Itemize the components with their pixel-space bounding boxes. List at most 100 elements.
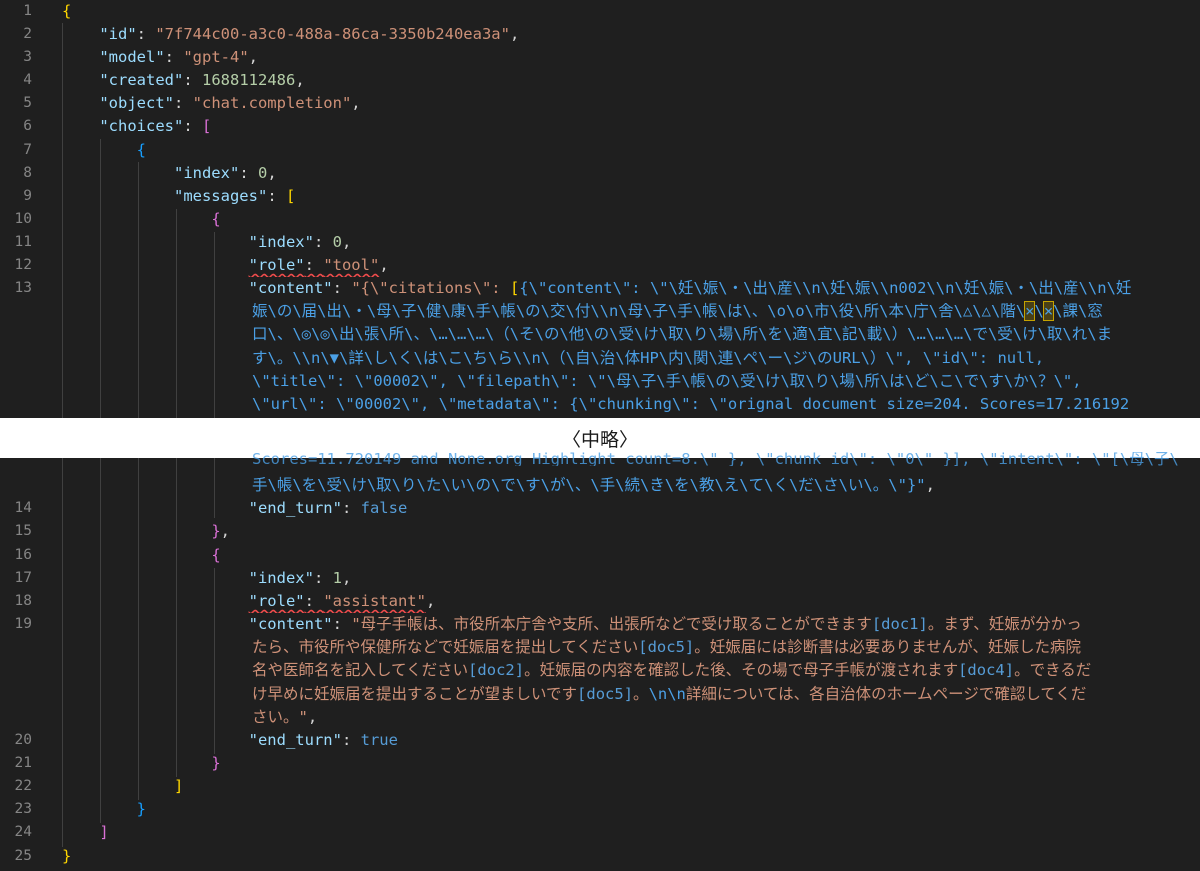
json-escaped-text: 娠\の\届\出\・\母\子\健\康\手\帳\の\交\付\\n\母\子\手\帳\は… xyxy=(252,302,1026,320)
code-line[interactable]: "object": "chat.completion", xyxy=(62,92,1200,115)
json-key: "content" xyxy=(248,279,333,297)
json-number: 1 xyxy=(332,569,342,587)
line-number: 25 xyxy=(14,848,32,864)
line-number: 14 xyxy=(14,500,32,516)
code-line-wrap[interactable]: け早めに妊娠届を提出することが望ましいです[doc5]。\n\n詳細については、… xyxy=(252,683,1200,706)
code-line-wrap[interactable]: たら、市役所や保健所などで妊娠届を提出してください[doc5]。妊娠届には診断書… xyxy=(252,636,1200,659)
json-key: "index" xyxy=(173,164,240,182)
doc-reference: [doc5] xyxy=(577,685,634,703)
json-string: "7f744c00-a3c0-488a-86ca-3350b240ea3a" xyxy=(155,25,510,43)
code-line[interactable]: "index": 1, xyxy=(62,567,1200,590)
line-number: 18 xyxy=(14,593,32,609)
code-line[interactable]: } xyxy=(62,845,1200,868)
json-string: "tool" xyxy=(323,256,380,274)
code-line-wrap[interactable]: さい。", xyxy=(252,706,1200,729)
code-line[interactable]: } xyxy=(62,798,1200,821)
doc-reference: [doc5] xyxy=(638,638,695,656)
brace: { xyxy=(211,210,221,228)
bracket: ] xyxy=(173,777,184,795)
code-line[interactable]: "created": 1688112486, xyxy=(62,69,1200,92)
line-number: 7 xyxy=(23,142,32,158)
code-line[interactable]: "end_turn": true xyxy=(62,729,1200,752)
code-line[interactable]: "messages": [ xyxy=(62,185,1200,208)
line-number: 9 xyxy=(23,188,32,204)
bracket: [ xyxy=(509,279,520,297)
code-line[interactable]: }, xyxy=(62,520,1200,543)
json-string: 名や医師名を記入してください xyxy=(252,661,469,679)
code-line-wrap[interactable]: 口\、\◎\◎\出\張\所\、\…\…\…\（\そ\の\他\の\受\け\取\り\… xyxy=(252,323,1200,346)
json-number: 0 xyxy=(332,233,342,251)
brace: { xyxy=(136,141,146,159)
line-number: 22 xyxy=(14,778,32,794)
code-line[interactable]: "role": "assistant", xyxy=(62,590,1200,613)
code-line[interactable]: "role": "tool", xyxy=(62,254,1200,277)
line-number: 19 xyxy=(14,616,32,632)
code-line-wrap[interactable]: 娠\の\届\出\・\母\子\健\康\手\帳\の\交\付\\n\母\子\手\帳\は… xyxy=(252,300,1200,323)
code-line-wrap[interactable]: Scores=11.720149 and None.org Highlight … xyxy=(252,452,1200,466)
code-line[interactable]: ] xyxy=(62,775,1200,798)
json-key: "index" xyxy=(248,569,314,587)
code-line[interactable]: } xyxy=(62,752,1200,775)
line-number: 8 xyxy=(23,165,32,181)
json-string: "{\"citations\": xyxy=(351,279,510,297)
code-line[interactable]: "content": "母子手帳は、市役所本庁舎や支所、出張所などで受け取ること… xyxy=(62,613,1200,636)
doc-reference: [doc2] xyxy=(468,661,525,679)
json-key: "end_turn" xyxy=(248,499,342,517)
line-number: 20 xyxy=(14,732,32,748)
json-string: 。できるだ xyxy=(1014,661,1092,679)
code-line[interactable]: "content": "{\"citations\": [{\"content\… xyxy=(62,277,1200,300)
json-boolean: true xyxy=(360,731,398,749)
bracket: [ xyxy=(285,187,296,205)
json-key: "choices" xyxy=(99,117,184,135)
json-number: 1688112486 xyxy=(202,71,296,89)
code-line[interactable]: ] xyxy=(62,821,1200,844)
code-line[interactable]: { xyxy=(62,139,1200,162)
json-string: 詳細については、各自治体のホームページで確認してくだ xyxy=(685,685,1087,703)
code-line[interactable]: "index": 0, xyxy=(62,162,1200,185)
code-line[interactable]: { xyxy=(62,208,1200,231)
json-string: たら、市役所や保健所などで妊娠届を提出してください xyxy=(252,638,639,656)
json-key: "messages" xyxy=(173,187,268,205)
bracket: [ xyxy=(202,117,212,135)
line-number: 1 xyxy=(23,3,32,19)
json-string: 。妊娠届の内容を確認した後、その場で母子手帳が渡されます xyxy=(524,661,959,679)
code-line-wrap[interactable]: \"url\": \"00002\", \"metadata\": {\"chu… xyxy=(252,393,1200,416)
line-number: 15 xyxy=(14,523,32,539)
json-escaped-text: 課\窓 xyxy=(1062,302,1103,320)
json-string: け早めに妊娠届を提出することが望ましいです xyxy=(252,685,578,703)
brace: { xyxy=(211,546,221,564)
json-escaped-text: 口\、\◎\◎\出\張\所\、\…\…\…\（\そ\の\他\の\受\け\取\り\… xyxy=(252,325,1113,343)
code-line-wrap[interactable]: \"title\": \"00002\", \"filepath\": \"\母… xyxy=(252,370,1200,393)
code-line[interactable]: { xyxy=(62,0,1200,23)
json-escaped-text: す\。\\n\▼\詳\し\く\は\こ\ち\ら\\n\（\自\治\体HP\内\関\… xyxy=(252,349,905,367)
code-line[interactable]: "choices": [ xyxy=(62,115,1200,138)
omitted-label: 〈中略〉 xyxy=(561,428,638,451)
line-number: 17 xyxy=(14,570,32,586)
json-key: "object" xyxy=(99,94,174,112)
json-string: さい。" xyxy=(252,708,308,726)
json-key: "id" xyxy=(99,25,137,43)
json-escape: \n\n xyxy=(648,685,686,703)
json-key: "index" xyxy=(248,233,314,251)
json-key: "model" xyxy=(99,48,165,66)
line-number: 10 xyxy=(14,211,32,227)
line-number: 16 xyxy=(14,547,32,563)
code-line-wrap[interactable]: 名や医師名を記入してください[doc2]。妊娠届の内容を確認した後、その場で母子… xyxy=(252,659,1200,682)
code-line[interactable]: "end_turn": false xyxy=(62,497,1200,520)
code-line[interactable]: "id": "7f744c00-a3c0-488a-86ca-3350b240e… xyxy=(62,23,1200,46)
code-line-wrap[interactable]: す\。\\n\▼\詳\し\く\は\こ\ち\ら\\n\（\自\治\体HP\内\関\… xyxy=(252,347,1200,370)
line-number: 13 xyxy=(14,280,32,296)
json-key: "end_turn" xyxy=(248,731,342,749)
code-line-wrap[interactable]: 手\帳\を\受\け\取\り\た\い\の\で\す\が\、\手\続\き\を\教\え\… xyxy=(252,474,1200,497)
doc-reference: [doc4] xyxy=(958,661,1015,679)
code-line[interactable]: { xyxy=(62,544,1200,567)
json-key: "content" xyxy=(248,615,333,633)
code-line[interactable]: "model": "gpt-4", xyxy=(62,46,1200,69)
json-key: "role" xyxy=(248,592,305,610)
brace: } xyxy=(211,754,221,772)
code-line[interactable]: "index": 0, xyxy=(62,231,1200,254)
json-escaped-text: 手\帳\を\受\け\取\り\た\い\の\で\す\が\、\手\続\き\を\教\え\… xyxy=(252,476,926,494)
json-escaped-text: , \"id\": null, xyxy=(904,349,1045,367)
brace: } xyxy=(136,800,146,818)
line-number: 24 xyxy=(14,824,32,840)
